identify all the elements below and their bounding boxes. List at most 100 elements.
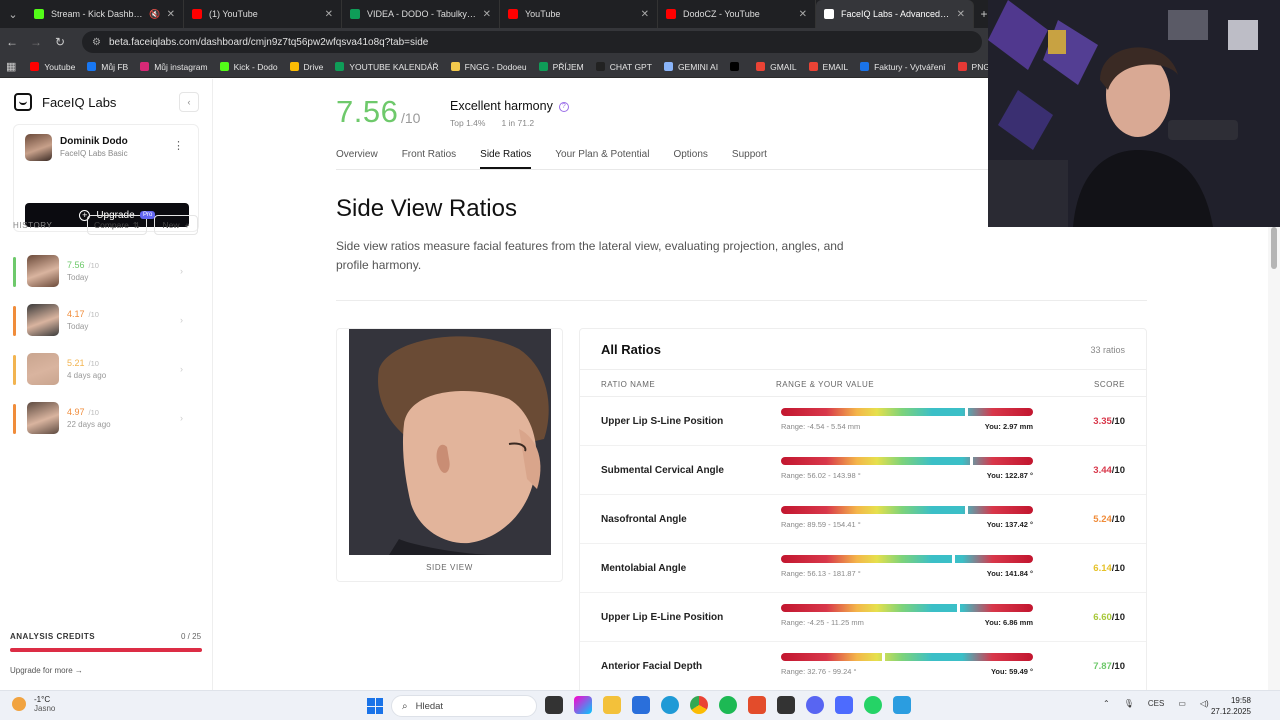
bookmark-favicon-icon <box>219 62 229 71</box>
history-score: 5.21/10 <box>67 358 99 368</box>
terminal-icon[interactable] <box>777 696 795 714</box>
copilot-icon[interactable] <box>574 696 592 714</box>
bookmark-item[interactable]: Můj FB <box>87 62 128 72</box>
ratio-row[interactable]: Anterior Facial Depth Range: 32.76 - 99.2… <box>580 642 1146 690</box>
close-tab-icon[interactable]: ✕ <box>957 9 965 20</box>
side-view-photo[interactable] <box>349 329 551 555</box>
history-score: 7.56/10 <box>67 260 99 270</box>
chevron-up-icon[interactable]: ⌃ <box>1103 699 1110 708</box>
apps-grid-icon[interactable]: ▦ <box>6 60 16 73</box>
ratio-value-marker <box>964 505 968 515</box>
bookmark-item[interactable]: EMAIL <box>808 62 848 72</box>
section-tab[interactable]: Support <box>732 147 767 169</box>
col-range: RANGE & YOUR VALUE <box>776 380 875 389</box>
close-tab-icon[interactable]: ✕ <box>167 9 175 20</box>
bookmark-item[interactable] <box>730 62 744 72</box>
calculator-icon[interactable] <box>835 696 853 714</box>
close-tab-icon[interactable]: ✕ <box>641 9 649 20</box>
forward-icon[interactable]: → <box>24 35 48 49</box>
ratio-range-bar <box>781 456 1033 466</box>
bookmark-favicon-icon <box>957 62 967 71</box>
collapse-sidebar-button[interactable]: ‹ <box>179 92 199 112</box>
windows-start-icon[interactable] <box>367 698 383 714</box>
harmony-label: Excellent harmony <box>450 99 553 113</box>
tab-search-icon[interactable]: ⌄ <box>0 0 26 28</box>
discord-icon[interactable] <box>806 696 824 714</box>
ratio-row[interactable]: Mentolabial Angle Range: 56.13 - 181.87 °… <box>580 544 1146 593</box>
ratio-row[interactable]: Upper Lip S-Line Position Range: -4.54 - … <box>580 397 1146 446</box>
bookmark-favicon-icon <box>335 62 345 71</box>
browser-tab[interactable]: DodoCZ - YouTube ✕ <box>658 0 816 28</box>
history-item[interactable]: 4.97/10 22 days ago › <box>13 398 203 447</box>
avatar[interactable] <box>25 134 52 161</box>
bookmark-item[interactable]: Můj instagram <box>140 62 208 72</box>
bookmark-item[interactable]: GMAIL <box>756 62 797 72</box>
more-options-icon[interactable]: ⋮ <box>173 139 184 152</box>
bookmark-item[interactable]: Youtube <box>30 62 75 72</box>
site-info-icon[interactable]: ⚙ <box>92 37 101 48</box>
spotify-icon[interactable] <box>719 696 737 714</box>
ratio-range-bar <box>781 652 1033 662</box>
bookmark-item[interactable]: FNGG - Dodoeu <box>450 62 527 72</box>
outlook-icon[interactable] <box>632 696 650 714</box>
section-tab[interactable]: Your Plan & Potential <box>555 147 649 169</box>
back-icon[interactable]: ← <box>0 35 24 49</box>
microphone-icon[interactable]: 🎙 <box>1124 699 1134 708</box>
edge-icon[interactable] <box>661 696 679 714</box>
section-tab[interactable]: Overview <box>336 147 378 169</box>
browser-tab[interactable]: Stream - Kick Dashboard 🔇 ✕ <box>26 0 184 28</box>
volume-icon[interactable]: ◁) <box>1200 699 1209 708</box>
browser-tab[interactable]: (1) YouTube ✕ <box>184 0 342 28</box>
scrollbar-thumb[interactable] <box>1271 227 1277 269</box>
section-tab[interactable]: Options <box>673 147 707 169</box>
url-field[interactable]: ⚙ beta.faceiqlabs.com/dashboard/cmjn9z7t… <box>82 31 982 53</box>
section-tab[interactable]: Front Ratios <box>402 147 456 169</box>
upgrade-for-more-link[interactable]: Upgrade for more → <box>10 666 83 675</box>
bookmark-item[interactable]: YOUTUBE KALENDÁŘ <box>335 62 439 72</box>
history-score-den: /10 <box>88 261 99 270</box>
history-item[interactable]: 5.21/10 4 days ago › <box>13 349 203 398</box>
ratio-row[interactable]: Nasofrontal Angle Range: 89.59 - 154.41 °… <box>580 495 1146 544</box>
task-view-icon[interactable] <box>545 696 563 714</box>
brand[interactable]: FaceIQ Labs <box>14 93 116 111</box>
file-explorer-icon[interactable] <box>603 696 621 714</box>
clock[interactable]: 19:58 27.12.2025 <box>1209 695 1251 717</box>
bookmarks: Youtube Můj FB Můj instagram Kick - Dodo Dri… <box>30 62 1063 72</box>
compare-button[interactable]: Compare ⇅ <box>87 215 147 235</box>
network-icon[interactable]: ▭ <box>1178 699 1186 708</box>
bookmark-label: Faktury - Vytváření <box>874 61 946 72</box>
obs-icon[interactable] <box>748 696 766 714</box>
help-icon[interactable]: ? <box>558 101 569 112</box>
whatsapp-icon[interactable] <box>864 696 882 714</box>
profile-name: Dominik Dodo <box>60 136 128 147</box>
section-tab[interactable]: Side Ratios <box>480 147 532 169</box>
new-analysis-button[interactable]: New + <box>154 215 198 235</box>
history-item[interactable]: 7.56/10 Today › <box>13 251 203 300</box>
bookmark-item[interactable]: Drive <box>289 62 323 72</box>
browser-tab[interactable]: FaceIQ Labs - Advanced Facial A ✕ <box>816 0 974 28</box>
bookmark-item[interactable]: CHAT GPT <box>595 62 652 72</box>
bookmark-item[interactable]: Kick - Dodo <box>219 62 278 72</box>
language-indicator[interactable]: CES <box>1148 699 1164 708</box>
browser-tab[interactable]: YouTube ✕ <box>500 0 658 28</box>
taskbar-search[interactable]: ⌕ Hledat <box>391 695 537 717</box>
reload-icon[interactable]: ↻ <box>48 35 72 49</box>
history-item[interactable]: 4.17/10 Today › <box>13 300 203 349</box>
bookmark-item[interactable]: Faktury - Vytváření <box>860 61 946 72</box>
bookmark-item[interactable]: GEMINI AI <box>663 62 718 72</box>
bookmark-favicon-icon <box>538 62 548 71</box>
muted-icon[interactable]: 🔇 <box>149 9 160 20</box>
ratio-range-bar <box>781 505 1033 515</box>
ratio-name: Nasofrontal Angle <box>601 514 687 525</box>
chrome-icon[interactable] <box>690 696 708 714</box>
close-tab-icon[interactable]: ✕ <box>483 9 491 20</box>
ratio-row[interactable]: Upper Lip E-Line Position Range: -4.25 - … <box>580 593 1146 642</box>
bookmark-item[interactable]: PŘÍJEM <box>538 62 584 72</box>
close-tab-icon[interactable]: ✕ <box>799 9 807 20</box>
weather-widget[interactable]: -1°C Jasno <box>12 695 55 713</box>
taskbar-apps <box>545 696 922 714</box>
browser-tab[interactable]: VIDEA - DODO - Tabulky Goog ✕ <box>342 0 500 28</box>
app-icon[interactable] <box>893 696 911 714</box>
ratio-row[interactable]: Submental Cervical Angle Range: 56.02 - 1… <box>580 446 1146 495</box>
close-tab-icon[interactable]: ✕ <box>325 9 333 20</box>
